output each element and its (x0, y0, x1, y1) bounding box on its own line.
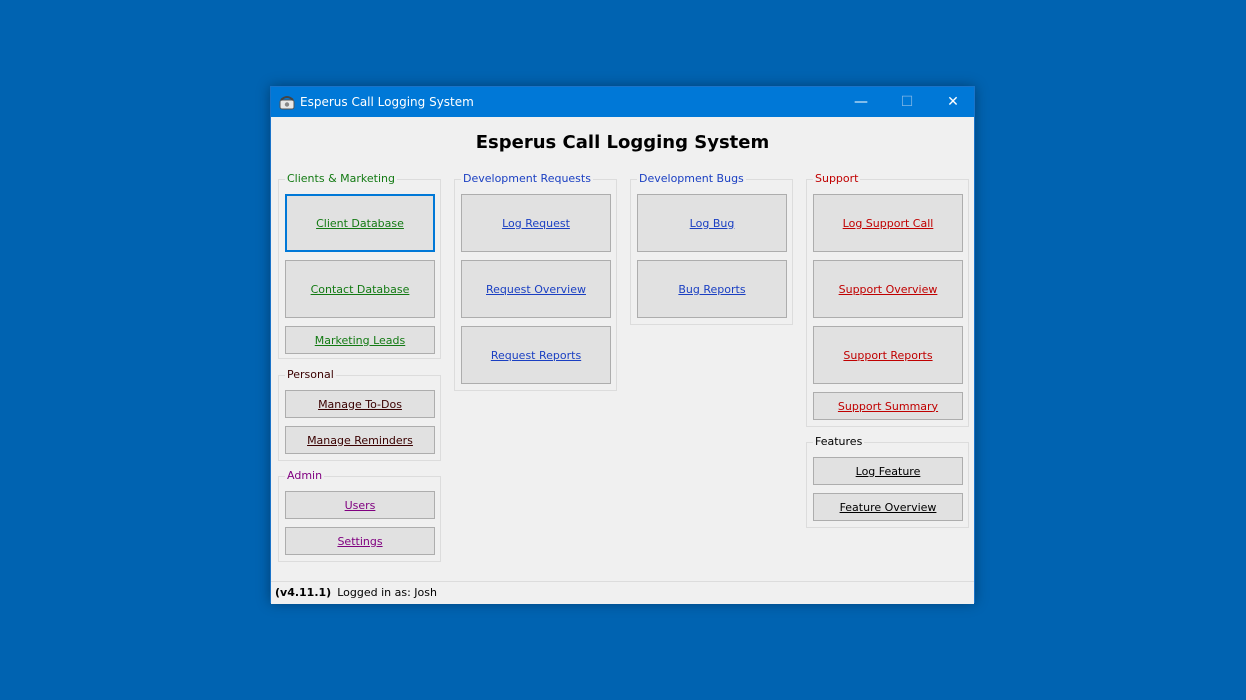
contact-database-label: Contact Database (310, 282, 410, 296)
manage-reminders-label: Manage Reminders (307, 433, 413, 447)
support-reports-label: Support Reports (843, 348, 933, 362)
maximize-button[interactable]: ☐ (884, 87, 930, 117)
admin-label: Admin (285, 469, 325, 483)
request-reports-button[interactable]: Request Reports (461, 326, 611, 384)
status-bar: (v4.11.1) Logged in as: Josh (271, 581, 974, 604)
manage-reminders-button[interactable]: Manage Reminders (285, 426, 435, 454)
app-window: Esperus Call Logging System — ☐ ✕ Esperu… (270, 86, 975, 604)
request-overview-button[interactable]: Request Overview (461, 260, 611, 318)
window-title: Esperus Call Logging System (300, 95, 474, 109)
clients-marketing-label: Clients & Marketing (285, 172, 397, 186)
development-bugs-label: Development Bugs (637, 172, 746, 186)
bug-reports-label: Bug Reports (678, 282, 746, 296)
manage-todos-label: Manage To-Dos (318, 397, 402, 411)
support-summary-label: Support Summary (837, 399, 939, 413)
title-bar[interactable]: Esperus Call Logging System — ☐ ✕ (271, 87, 974, 117)
support-overview-button[interactable]: Support Overview (813, 260, 963, 318)
client-database-button[interactable]: Client Database (285, 194, 435, 252)
features-label: Features (813, 435, 865, 449)
support-label: Support (813, 172, 861, 186)
development-requests-group: Development Requests Log Request Request… (454, 172, 617, 391)
support-reports-button[interactable]: Support Reports (813, 326, 963, 384)
log-support-call-button[interactable]: Log Support Call (813, 194, 963, 252)
request-overview-label: Request Overview (486, 282, 586, 296)
development-requests-label: Development Requests (461, 172, 593, 186)
features-group: Features Log Feature Feature Overview (806, 435, 969, 528)
minimize-button[interactable]: — (838, 87, 884, 117)
development-bugs-group: Development Bugs Log Bug Bug Reports (630, 172, 793, 325)
feature-overview-button[interactable]: Feature Overview (813, 493, 963, 521)
settings-button[interactable]: Settings (285, 527, 435, 555)
log-feature-button[interactable]: Log Feature (813, 457, 963, 485)
version-label: (v4.11.1) (275, 586, 332, 599)
log-request-button[interactable]: Log Request (461, 194, 611, 252)
telephone-app-icon (279, 96, 295, 110)
page-title: Esperus Call Logging System (475, 132, 770, 153)
log-feature-label: Log Feature (855, 464, 921, 478)
personal-group: Personal Manage To-Dos Manage Reminders (278, 368, 441, 461)
client-database-label: Client Database (316, 216, 404, 230)
support-overview-label: Support Overview (838, 282, 938, 296)
settings-label: Settings (337, 534, 383, 548)
manage-todos-button[interactable]: Manage To-Dos (285, 390, 435, 418)
marketing-leads-button[interactable]: Marketing Leads (285, 326, 435, 354)
marketing-leads-label: Marketing Leads (314, 333, 406, 347)
log-bug-label: Log Bug (689, 216, 735, 230)
personal-label: Personal (285, 368, 336, 382)
bug-reports-button[interactable]: Bug Reports (637, 260, 787, 318)
log-bug-button[interactable]: Log Bug (637, 194, 787, 252)
users-label: Users (344, 498, 376, 512)
log-request-label: Log Request (502, 216, 570, 230)
close-button[interactable]: ✕ (930, 87, 976, 117)
support-summary-button[interactable]: Support Summary (813, 392, 963, 420)
request-reports-label: Request Reports (490, 348, 582, 362)
log-support-call-label: Log Support Call (842, 216, 934, 230)
clients-marketing-group: Clients & Marketing Client Database Cont… (278, 172, 441, 359)
feature-overview-label: Feature Overview (839, 500, 937, 514)
users-button[interactable]: Users (285, 491, 435, 519)
contact-database-button[interactable]: Contact Database (285, 260, 435, 318)
support-group: Support Log Support Call Support Overvie… (806, 172, 969, 427)
admin-group: Admin Users Settings (278, 469, 441, 562)
logged-in-label: Logged in as: Josh (337, 586, 437, 599)
